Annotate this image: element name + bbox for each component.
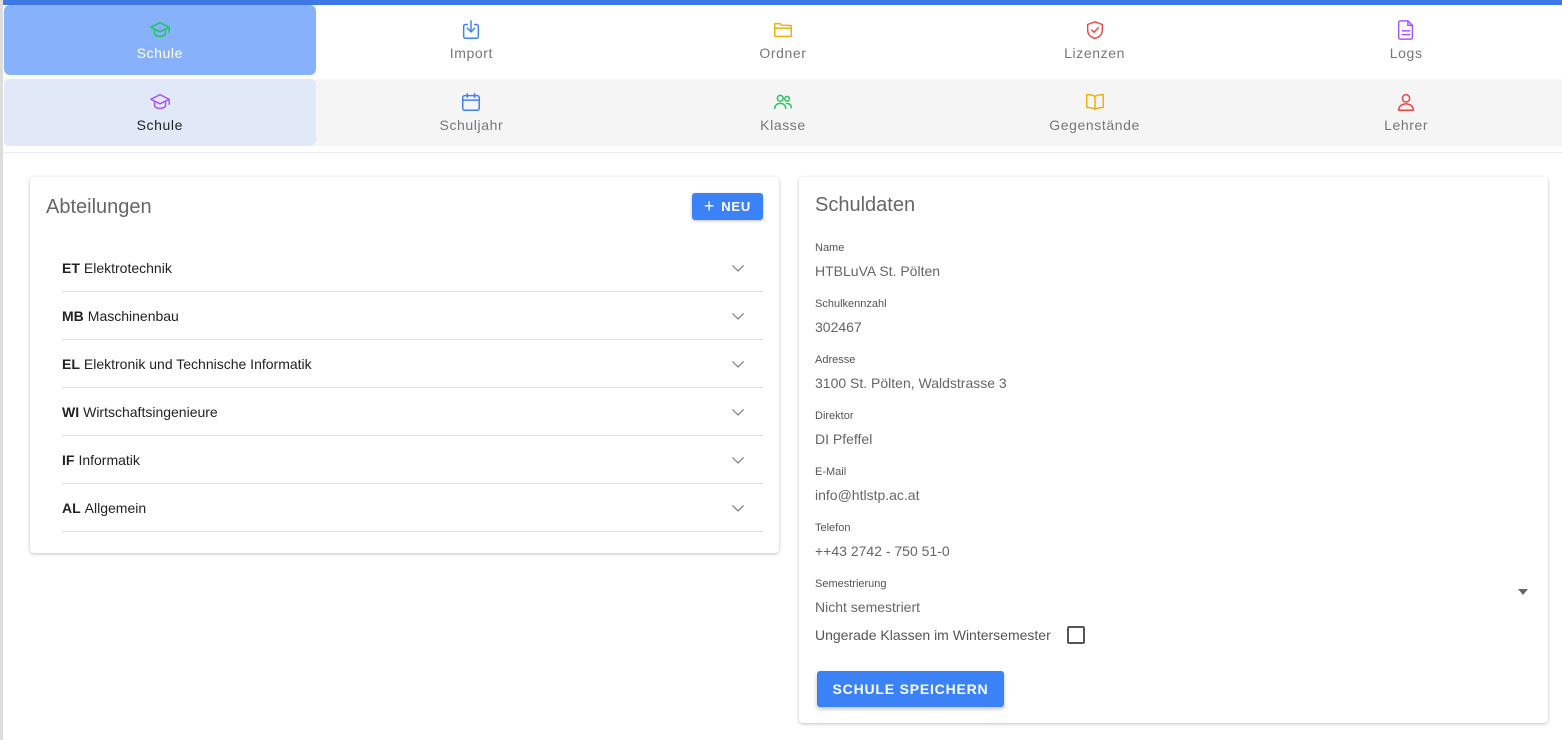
department-code: MB bbox=[62, 307, 84, 324]
main-tab-ordner[interactable]: Ordner bbox=[627, 5, 939, 75]
odd-classes-checkbox[interactable] bbox=[1066, 626, 1085, 644]
sub-tab-lehrer[interactable]: Lehrer bbox=[1250, 79, 1562, 146]
semester-value[interactable]: Nicht semestriert bbox=[815, 598, 1535, 616]
department-item[interactable]: EL Elektronik und Technische Informatik bbox=[62, 340, 763, 388]
document-icon bbox=[1398, 19, 1414, 40]
sub-nav: Schule Schuljahr Klasse Gegenstände Lehr… bbox=[4, 79, 1562, 146]
plus-icon: + bbox=[703, 195, 716, 216]
department-item[interactable]: MB Maschinenbau bbox=[62, 292, 763, 340]
calendar-icon bbox=[462, 93, 481, 111]
field-label: Name bbox=[815, 242, 845, 254]
chevron-down-icon[interactable] bbox=[729, 307, 747, 325]
departments-title: Abteilungen bbox=[46, 196, 152, 218]
chevron-down-icon[interactable] bbox=[729, 451, 747, 469]
chevron-down-icon[interactable] bbox=[729, 403, 747, 421]
departments-card: Abteilungen + NEU ET Elektrotechnik MB Mas… bbox=[30, 177, 779, 553]
department-item[interactable]: ET Elektrotechnik bbox=[62, 244, 763, 292]
shield-check-icon bbox=[1086, 20, 1103, 39]
main-tab-label: Schule bbox=[136, 44, 183, 61]
main-tab-label: Logs bbox=[1389, 44, 1423, 61]
department-name: Allgemein bbox=[84, 499, 147, 516]
department-code: AL bbox=[62, 499, 81, 516]
phone-field[interactable]: Telefon ++43 2742 - 750 51-0 bbox=[815, 521, 950, 560]
sub-tab-label: Klasse bbox=[760, 117, 806, 133]
nav-divider bbox=[4, 152, 1562, 153]
address-field[interactable]: Adresse 3100 St. Pölten, Waldstrasse 3 bbox=[815, 353, 1007, 392]
odd-classes-checkbox-row[interactable]: Ungerade Klassen im Wintersemester bbox=[815, 626, 1085, 644]
main-tab-import[interactable]: Import bbox=[316, 5, 628, 75]
department-code: IF bbox=[62, 451, 75, 468]
chevron-down-icon[interactable] bbox=[729, 259, 747, 277]
sub-tab-gegenstaende[interactable]: Gegenstände bbox=[939, 79, 1251, 146]
graduation-cap-icon bbox=[149, 21, 170, 37]
sub-tab-label: Schuljahr bbox=[439, 117, 504, 133]
user-icon bbox=[1398, 93, 1415, 111]
main-tab-label: Lizenzen bbox=[1064, 44, 1125, 61]
field-label: Telefon bbox=[815, 522, 851, 534]
school-data-title: Schuldaten bbox=[815, 194, 916, 216]
director-field[interactable]: Direktor DI Pfeffel bbox=[815, 409, 872, 448]
folder-icon bbox=[774, 22, 792, 37]
dropdown-arrow-icon[interactable] bbox=[1518, 589, 1528, 595]
school-name-value[interactable]: HTBLuVA St. Pölten bbox=[815, 262, 940, 280]
department-code: ET bbox=[62, 259, 80, 276]
department-item[interactable]: WI Wirtschaftsingenieure bbox=[62, 388, 763, 436]
department-name: Informatik bbox=[78, 451, 140, 468]
sub-tab-schule[interactable]: Schule bbox=[4, 79, 316, 146]
field-label: Semestrierung bbox=[815, 578, 887, 590]
new-button-label: NEU bbox=[721, 199, 752, 214]
main-tab-lizenzen[interactable]: Lizenzen bbox=[939, 5, 1251, 75]
email-value[interactable]: info@htlstp.ac.at bbox=[815, 486, 920, 504]
department-name: Maschinenbau bbox=[87, 307, 179, 324]
book-icon bbox=[1085, 93, 1104, 111]
sub-tab-klasse[interactable]: Klasse bbox=[627, 79, 939, 146]
phone-value[interactable]: ++43 2742 - 750 51-0 bbox=[815, 542, 950, 560]
department-item[interactable]: AL Allgemein bbox=[62, 484, 763, 532]
department-name: Elektronik und Technische Informatik bbox=[83, 355, 312, 372]
graduation-cap-icon bbox=[149, 93, 170, 110]
main-nav: Schule Import Ordner Lizenzen Logs bbox=[4, 5, 1562, 75]
main-tab-logs[interactable]: Logs bbox=[1250, 5, 1562, 75]
sub-tab-schuljahr[interactable]: Schuljahr bbox=[316, 79, 628, 146]
download-icon bbox=[463, 19, 480, 39]
sub-tab-label: Schule bbox=[136, 117, 183, 133]
semester-select[interactable]: Semestrierung Nicht semestriert bbox=[815, 577, 1535, 616]
field-label: Adresse bbox=[815, 354, 856, 366]
users-icon bbox=[774, 94, 792, 110]
department-name: Elektrotechnik bbox=[83, 259, 172, 276]
sub-tab-label: Gegenstände bbox=[1049, 117, 1140, 133]
field-label: Direktor bbox=[815, 410, 854, 422]
department-name: Wirtschaftsingenieure bbox=[83, 403, 218, 420]
main-tab-label: Ordner bbox=[759, 44, 807, 61]
chevron-down-icon[interactable] bbox=[729, 499, 747, 517]
school-data-card: Schuldaten Name HTBLuVA St. Pölten Schul… bbox=[799, 177, 1548, 723]
email-field[interactable]: E-Mail info@htlstp.ac.at bbox=[815, 465, 920, 504]
left-edge bbox=[0, 0, 3, 740]
school-code-field[interactable]: Schulkennzahl 302467 bbox=[815, 297, 887, 336]
department-item[interactable]: IF Informatik bbox=[62, 436, 763, 484]
main-tab-schule[interactable]: Schule bbox=[4, 5, 316, 75]
sub-tab-label: Lehrer bbox=[1384, 117, 1429, 133]
odd-classes-label: Ungerade Klassen im Wintersemester bbox=[815, 627, 1051, 643]
school-name-field[interactable]: Name HTBLuVA St. Pölten bbox=[815, 241, 940, 280]
department-list: ET Elektrotechnik MB Maschinenbau EL Elektr… bbox=[62, 244, 763, 532]
address-value[interactable]: 3100 St. Pölten, Waldstrasse 3 bbox=[815, 374, 1007, 392]
chevron-down-icon[interactable] bbox=[729, 355, 747, 373]
school-code-value[interactable]: 302467 bbox=[815, 318, 887, 336]
save-school-button[interactable]: SCHULE SPEICHERN bbox=[817, 671, 1004, 707]
department-code: WI bbox=[62, 403, 80, 420]
department-code: EL bbox=[62, 355, 80, 372]
new-department-button[interactable]: + NEU bbox=[692, 193, 763, 220]
main-tab-label: Import bbox=[449, 44, 494, 61]
field-label: Schulkennzahl bbox=[815, 298, 887, 310]
field-label: E-Mail bbox=[815, 466, 847, 478]
director-value[interactable]: DI Pfeffel bbox=[815, 430, 872, 448]
